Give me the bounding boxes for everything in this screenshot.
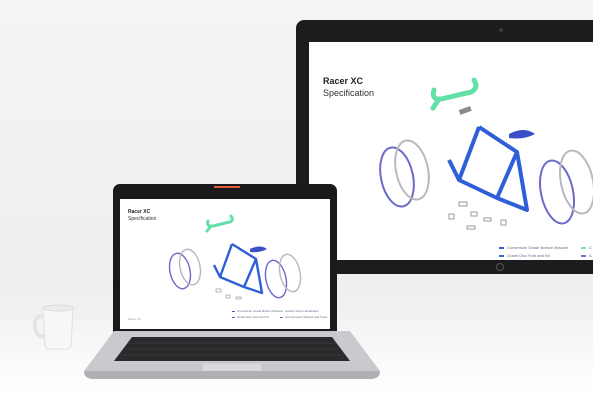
photo-scene: Racer XC Specification Conversion Grade … [0,0,593,394]
laptop-screen: Racer XC Specification Conversion Grade … [120,199,330,329]
saddle-shape [250,246,267,253]
small-parts [215,288,242,300]
legend-swatch [581,254,586,257]
monitor-screen: Racer XC Specification Conversion Grade … [309,42,593,260]
desktop-monitor: Racer XC Specification Conversion Grade … [296,20,593,274]
laptop-lid: Racer XC Specification Conversion Grade … [113,184,337,332]
mug-body [42,307,74,350]
saddle-shape [509,130,535,139]
legend-swatch [581,246,586,249]
laptop-front-edge [84,371,380,379]
monitor-legend-3: C [581,245,592,250]
mug-rim [42,304,74,312]
legend-swatch [499,254,504,257]
legend-swatch [232,310,235,312]
legend-swatch [232,316,235,318]
handlebar-shape [205,214,234,233]
monitor-bike-illustration [379,77,593,230]
monitor-legend-2: Grade Disc Fork and Kit [499,253,550,258]
small-parts [448,201,507,230]
front-wheel-blue [538,159,576,225]
monitor-camera [499,28,503,32]
monitor-power-button [496,263,504,271]
handlebar-shape [430,77,479,111]
legend-swatch [280,310,283,312]
front-wheel-grey [278,253,302,293]
laptop-legend-2: Grade Disc Fork and Kit [232,315,269,319]
laptop-legend-3: Carbon Fibre Handlebars [280,309,319,313]
front-wheel-blue [264,259,288,299]
laptop-keyboard-base [84,331,380,379]
monitor-legend-1: Conversion Grade Bottom Bracket [499,245,568,250]
stem-shape [458,106,472,115]
coffee-mug [33,304,74,350]
laptop-footer-label: Racer XC [128,317,142,321]
laptop-notch-accent [214,186,240,188]
laptop-legend-4: Aerodynamic Wheels and Tyres [280,315,327,319]
legend-swatch [280,316,283,318]
laptop-legend-1: Conversion Grade Bottom Bracket [232,309,283,313]
monitor-legend-4: A [581,253,592,258]
bike-frame [447,125,529,212]
legend-swatch [499,246,504,249]
